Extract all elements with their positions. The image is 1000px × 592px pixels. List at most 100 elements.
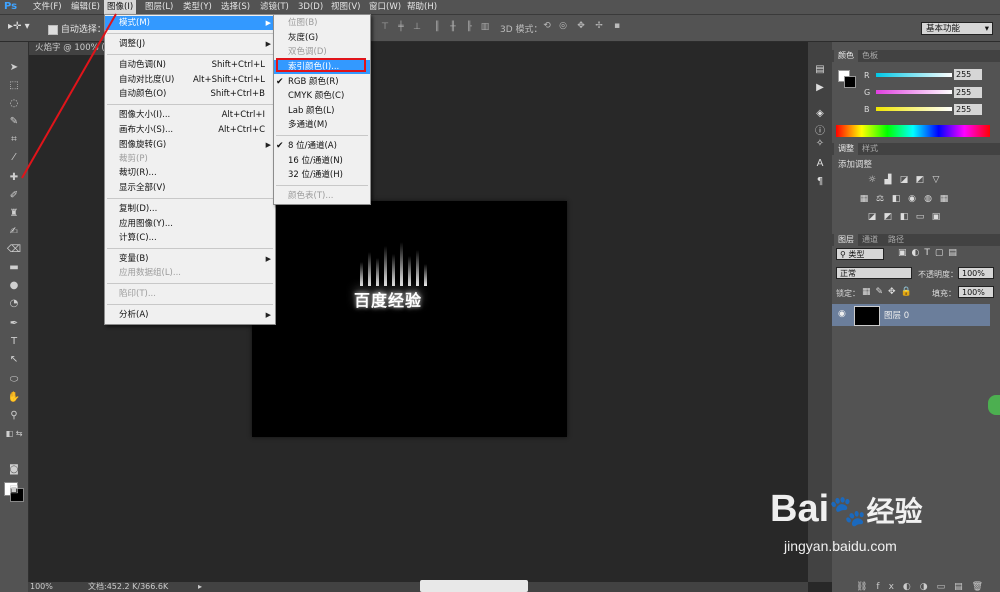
menu-item-canvas-size[interactable]: 画布大小(S)... Alt+Ctrl+C xyxy=(105,123,275,137)
hand-tool-icon[interactable]: ✋ xyxy=(4,390,24,406)
dodge-tool-icon[interactable]: ◔ xyxy=(4,296,24,312)
layer-name[interactable]: 图层 0 xyxy=(884,309,909,321)
mode-8bit[interactable]: ✔ 8 位/通道(A) xyxy=(274,139,370,153)
auto-align-icon[interactable]: ▥ xyxy=(480,21,490,33)
menu-file[interactable]: 文件(F) xyxy=(30,0,65,14)
blend-mode-select[interactable]: 正常 xyxy=(836,267,912,279)
zoom-tool-icon[interactable]: ⚲ xyxy=(4,408,24,424)
posterize-icon[interactable]: ◩ xyxy=(882,212,894,223)
color-lookup-icon[interactable]: ▦ xyxy=(938,194,950,205)
mode-32bit[interactable]: 32 位/通道(H) xyxy=(274,168,370,182)
fill-input[interactable]: 100% xyxy=(958,286,994,298)
type-tool-icon[interactable]: T xyxy=(4,334,24,350)
selective-color-icon[interactable]: ▣ xyxy=(930,212,942,223)
mode-cmyk[interactable]: CMYK 颜色(C) xyxy=(274,89,370,103)
curves-icon[interactable]: ◪ xyxy=(898,175,910,186)
history-icon[interactable]: ▤ xyxy=(814,64,826,76)
shape-tool-icon[interactable]: ⬭ xyxy=(4,372,24,388)
menu-item-analysis[interactable]: 分析(A) ▶ xyxy=(105,308,275,322)
gradient-map-icon[interactable]: ▭ xyxy=(914,212,926,223)
r-value[interactable]: 255 xyxy=(954,69,982,80)
tab-color[interactable]: 颜色 xyxy=(834,50,858,62)
channel-mixer-icon[interactable]: ◍ xyxy=(922,194,934,205)
healing-brush-icon[interactable]: ✚ xyxy=(4,170,24,186)
exposure-icon[interactable]: ◩ xyxy=(914,175,926,186)
threshold-icon[interactable]: ◧ xyxy=(898,212,910,223)
default-colors-icon[interactable]: ◧ ⇆ xyxy=(4,426,24,442)
move-tool-icon[interactable]: ➤ xyxy=(4,60,24,76)
menu-item-auto-color[interactable]: 自动颜色(O) Shift+Ctrl+B xyxy=(105,87,275,101)
b-slider[interactable] xyxy=(876,107,952,111)
color-balance-icon[interactable]: ⚖ xyxy=(874,194,886,205)
mode-rgb[interactable]: ✔ RGB 颜色(R) xyxy=(274,75,370,89)
bw-icon[interactable]: ◧ xyxy=(890,194,902,205)
tab-swatches[interactable]: 色板 xyxy=(858,50,882,62)
photo-filter-icon[interactable]: ◉ xyxy=(906,194,918,205)
menu-layer[interactable]: 图层(L) xyxy=(142,0,176,14)
tab-layers[interactable]: 图层 xyxy=(834,234,858,246)
layer-filter-select[interactable]: ⚲ 类型 xyxy=(836,248,884,260)
bg-swatch[interactable] xyxy=(844,76,856,88)
eye-icon[interactable]: ◉ xyxy=(838,309,846,319)
r-slider[interactable] xyxy=(876,73,952,77)
levels-icon[interactable]: ▟ xyxy=(882,175,894,186)
distribute-right-icon[interactable]: ╟ xyxy=(464,21,474,33)
menu-select[interactable]: 选择(S) xyxy=(218,0,253,14)
chevron-right-icon[interactable]: ▸ xyxy=(198,582,202,592)
tab-paths[interactable]: 路径 xyxy=(884,234,908,246)
menu-item-mode[interactable]: 模式(M) ▶ xyxy=(105,16,275,30)
menu-item-image-size[interactable]: 图像大小(I)... Alt+Ctrl+I xyxy=(105,108,275,122)
play-icon[interactable]: ▶ xyxy=(814,82,826,94)
filter-icons[interactable]: ▣◐T▢▤ xyxy=(898,248,962,258)
mode-grayscale[interactable]: 灰度(G) xyxy=(274,31,370,45)
eraser-icon[interactable]: ⌫ xyxy=(4,242,24,258)
move-tool-preset[interactable]: ▸✛ ▾ xyxy=(8,21,38,35)
brush-tool-icon[interactable]: ✐ xyxy=(4,188,24,204)
tab-adjustments[interactable]: 调整 xyxy=(834,143,858,155)
menu-view[interactable]: 视图(V) xyxy=(328,0,363,14)
eyedropper-icon[interactable]: ⁄ xyxy=(4,150,24,166)
mode-multichannel[interactable]: 多通道(M) xyxy=(274,118,370,132)
3d-scale-icon[interactable]: ▪ xyxy=(612,21,622,33)
align-bottom-icon[interactable]: ⊥ xyxy=(412,21,422,33)
menu-edit[interactable]: 编辑(E) xyxy=(68,0,103,14)
mode-16bit[interactable]: 16 位/通道(N) xyxy=(274,154,370,168)
mode-lab[interactable]: Lab 颜色(L) xyxy=(274,104,370,118)
g-slider[interactable] xyxy=(876,90,952,94)
menu-image[interactable]: 图像(I) xyxy=(104,0,137,14)
invert-icon[interactable]: ◪ xyxy=(866,212,878,223)
3d-slide-icon[interactable]: ✢ xyxy=(594,21,604,33)
history-brush-icon[interactable]: ✍ xyxy=(4,224,24,240)
paragraph-icon[interactable]: ¶ xyxy=(814,176,826,188)
color-spectrum[interactable] xyxy=(836,125,990,137)
path-select-icon[interactable]: ↖ xyxy=(4,352,24,368)
align-vcenter-icon[interactable]: ╪ xyxy=(396,21,406,33)
zoom-level[interactable]: 100% xyxy=(30,582,53,592)
g-value[interactable]: 255 xyxy=(954,87,982,98)
3d-rotate-icon[interactable]: ⟲ xyxy=(542,21,552,33)
brush-preset-icon[interactable]: ✧ xyxy=(814,138,826,150)
align-top-icon[interactable]: ⊤ xyxy=(380,21,390,33)
screen-mode-icon[interactable]: ▣ xyxy=(4,482,24,498)
menu-item-variables[interactable]: 变量(B) ▶ xyxy=(105,252,275,266)
hue-icon[interactable]: ▦ xyxy=(858,194,870,205)
stamp-tool-icon[interactable]: ♜ xyxy=(4,206,24,222)
menu-item-adjust[interactable]: 调整(J) ▶ xyxy=(105,37,275,51)
distribute-icon[interactable]: ║ xyxy=(432,21,442,33)
tab-channels[interactable]: 通道 xyxy=(858,234,882,246)
side-float-button[interactable] xyxy=(988,395,1000,415)
distribute-h-icon[interactable]: ╫ xyxy=(448,21,458,33)
menu-item-apply-image[interactable]: 应用图像(Y)... xyxy=(105,217,275,231)
menu-filter[interactable]: 滤镜(T) xyxy=(257,0,292,14)
3d-pan-icon[interactable]: ✥ xyxy=(576,21,586,33)
properties-icon[interactable]: ◈ xyxy=(814,108,826,120)
menu-item-duplicate[interactable]: 复制(D)... xyxy=(105,202,275,216)
info-icon[interactable]: ⓘ xyxy=(814,126,826,138)
menu-item-calculations[interactable]: 计算(C)... xyxy=(105,231,275,245)
opacity-input[interactable]: 100% xyxy=(958,267,994,279)
lasso-tool-icon[interactable]: ◌ xyxy=(4,96,24,112)
auto-select-checkbox[interactable]: 自动选择： xyxy=(48,22,106,35)
layer-row[interactable]: ◉ 图层 0 xyxy=(832,304,990,326)
b-value[interactable]: 255 xyxy=(954,104,982,115)
brightness-icon[interactable]: ☼ xyxy=(866,175,878,186)
